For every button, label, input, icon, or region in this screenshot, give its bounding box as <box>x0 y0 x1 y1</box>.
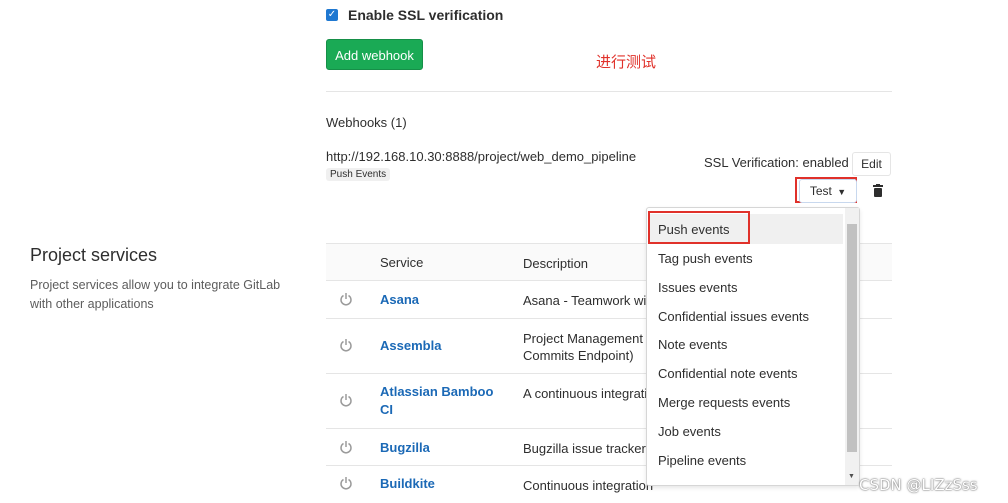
description-column-header: Description <box>523 256 589 271</box>
dropdown-item-job-events[interactable]: Job events <box>658 424 721 439</box>
test-button[interactable]: Test ▼ <box>799 179 857 203</box>
power-icon <box>340 441 352 454</box>
scroll-down-arrow-icon[interactable]: ▼ <box>848 473 855 480</box>
edit-button[interactable]: Edit <box>852 152 891 176</box>
dropdown-item-merge-requests-events[interactable]: Merge requests events <box>658 395 790 410</box>
dropdown-item-note-events[interactable]: Note events <box>658 337 727 352</box>
trash-icon[interactable] <box>872 184 884 198</box>
divider <box>326 91 892 92</box>
annotation-text: 进行测试 <box>596 53 657 71</box>
test-label: Test <box>809 184 832 198</box>
dropdown-item-confidential-issues-events[interactable]: Confidential issues events <box>658 309 809 324</box>
test-dropdown-menu: Push events Tag push events Issues event… <box>646 207 860 486</box>
webhook-event-badge: Push Events <box>326 168 391 181</box>
service-description: Continuous integration <box>523 478 654 493</box>
service-column-header: Service <box>380 255 424 270</box>
project-services-description: Project services allow you to integrate … <box>30 278 281 311</box>
power-icon <box>340 339 352 352</box>
webhook-url: http://192.168.10.30:8888/project/web_de… <box>326 149 637 164</box>
service-description: A continuous integrati <box>523 386 648 401</box>
service-link[interactable]: Atlassian Bamboo <box>380 384 493 399</box>
ssl-status: SSL Verification: enabled <box>704 155 849 170</box>
power-icon <box>340 477 352 490</box>
service-description: Bugzilla issue tracker <box>523 441 646 456</box>
project-services-title: Project services <box>30 245 158 265</box>
service-description: Asana - Teamwork wit <box>523 293 650 308</box>
dropdown-item-pipeline-events[interactable]: Pipeline events <box>658 453 746 468</box>
service-link[interactable]: Bugzilla <box>380 440 430 455</box>
service-link[interactable]: Buildkite <box>380 476 435 491</box>
scrollbar-thumb[interactable] <box>847 224 857 452</box>
service-link[interactable]: Assembla <box>380 338 441 353</box>
dropdown-item-confidential-note-events[interactable]: Confidential note events <box>658 366 797 381</box>
watermark: CSDN @LIZzSss <box>859 476 978 494</box>
webhooks-title: Webhooks (1) <box>326 115 407 130</box>
dropdown-item-issues-events[interactable]: Issues events <box>658 280 738 295</box>
service-description-line2: Commits Endpoint) <box>523 348 634 363</box>
service-link-line2[interactable]: CI <box>380 402 393 417</box>
service-link[interactable]: Asana <box>380 292 419 307</box>
dropdown-item-tag-push-events[interactable]: Tag push events <box>658 251 753 266</box>
dropdown-item-push-events[interactable]: Push events <box>658 222 730 237</box>
power-icon <box>340 293 352 306</box>
power-icon <box>340 394 352 407</box>
service-description: Project Management S <box>523 331 656 346</box>
caret-down-icon: ▼ <box>837 187 847 197</box>
ssl-checkbox[interactable]: ✓ <box>326 9 338 21</box>
ssl-label: Enable SSL verification <box>348 7 504 23</box>
add-webhook-button[interactable]: Add webhook <box>326 39 423 70</box>
